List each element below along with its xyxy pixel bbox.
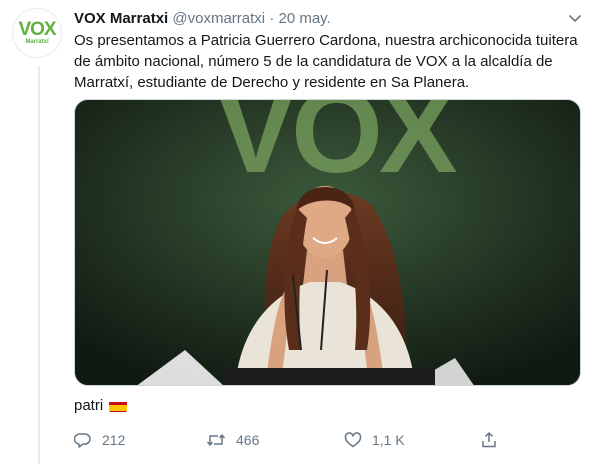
author-name[interactable]: VOX Marratxi — [74, 10, 168, 27]
reply-button[interactable]: 212 — [74, 429, 125, 451]
avatar-subtitle: Marratxí — [25, 38, 49, 45]
share-button[interactable] — [480, 429, 498, 451]
share-icon — [480, 431, 498, 449]
tweet-image[interactable]: VOX — [74, 99, 581, 386]
reply-count: 212 — [102, 432, 126, 448]
thread-line — [38, 66, 40, 464]
backdrop-vox-text: VOX — [216, 100, 456, 198]
image-caption: patri — [74, 396, 128, 416]
avatar-logo: VOX — [18, 18, 56, 40]
retweet-count: 466 — [236, 432, 260, 448]
tweet-header: VOX Marratxi @voxmarratxi · 20 may. — [74, 9, 585, 29]
retweet-icon — [206, 431, 226, 449]
separator-dot: · — [269, 10, 275, 27]
reply-icon — [74, 431, 92, 449]
like-button[interactable]: 1,1 K — [344, 429, 405, 451]
tweet-text: Os presentamos a Patricia Guerrero Cardo… — [74, 32, 578, 91]
like-count: 1,1 K — [372, 432, 405, 448]
retweet-button[interactable]: 466 — [206, 429, 259, 451]
chevron-down-icon[interactable] — [567, 12, 583, 26]
heart-icon — [344, 431, 362, 449]
tweet-actions: 212 466 1,1 K — [74, 429, 514, 451]
caption-text: patri — [74, 397, 104, 414]
avatar[interactable]: VOX Marratxí — [12, 8, 62, 58]
tweet-date[interactable]: 20 may. — [278, 10, 330, 27]
author-handle[interactable]: @voxmarratxi — [172, 10, 265, 27]
spain-flag-icon — [109, 400, 128, 412]
